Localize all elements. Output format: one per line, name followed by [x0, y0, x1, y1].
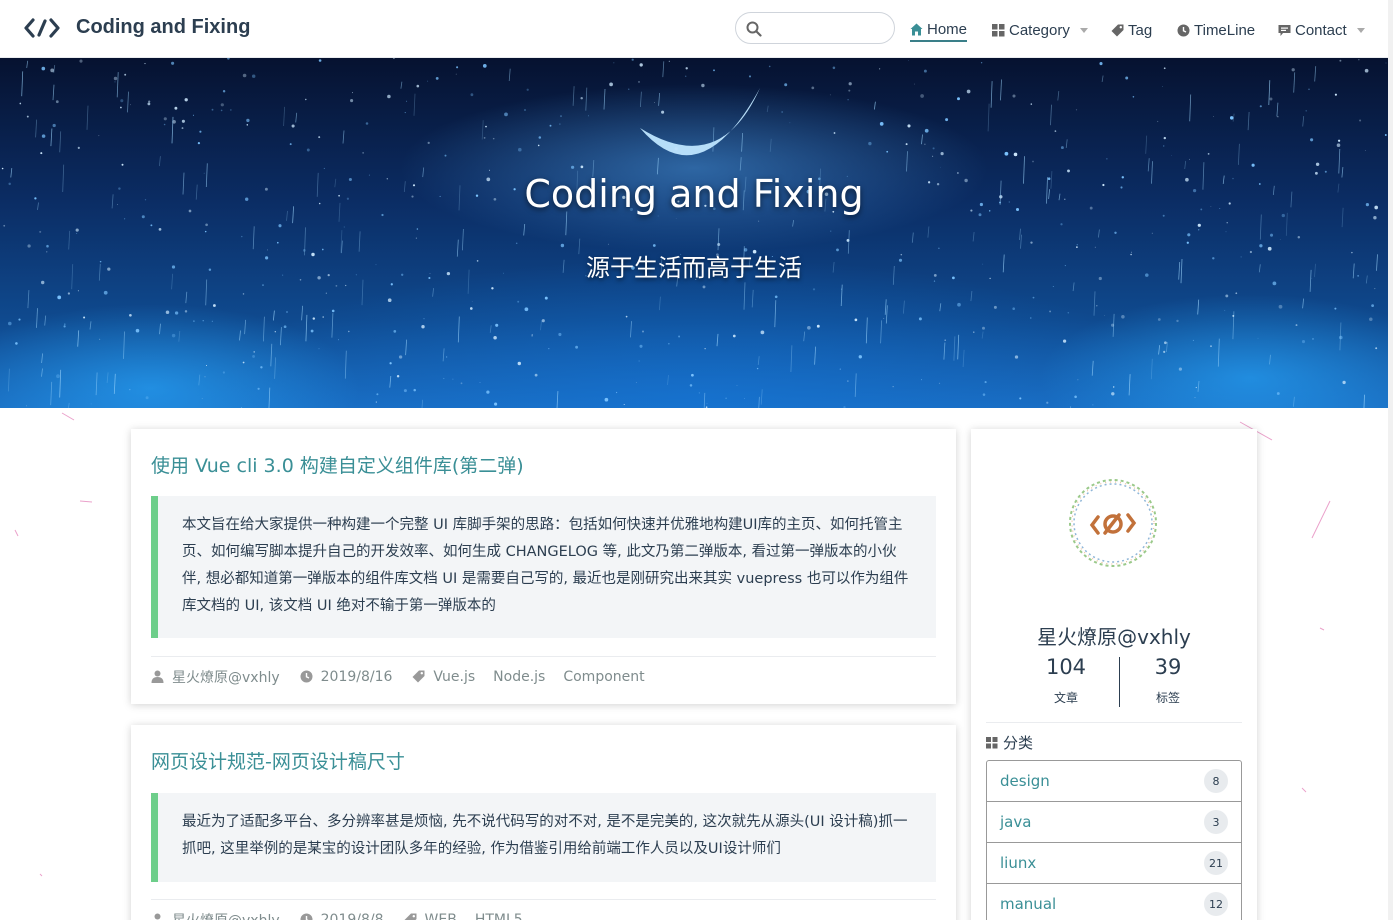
- tags-label: 标签: [1155, 691, 1180, 705]
- avatar: [1069, 479, 1157, 567]
- category-name: java: [1000, 813, 1032, 831]
- chevron-down-icon: [1356, 27, 1365, 33]
- author-sidebar: 星火燎原@vxhly 104 文章 39 标签 分类 design 8 java…: [971, 429, 1257, 920]
- clock-icon: [300, 913, 313, 920]
- site-name[interactable]: Coding and Fixing: [76, 16, 250, 39]
- clock-icon: [1177, 24, 1190, 36]
- nav-category-label: Category: [1009, 21, 1070, 39]
- nav-tag[interactable]: Tag: [1111, 18, 1152, 42]
- category-item[interactable]: design 8: [987, 761, 1241, 802]
- post-author: 星火燎原@vxhly: [151, 667, 280, 687]
- top-navbar: Coding and Fixing Home Category Tag Time…: [0, 0, 1388, 58]
- tag-icon: [1111, 24, 1124, 36]
- tag-icon: [404, 913, 417, 920]
- chat-icon: [1278, 24, 1291, 36]
- nav-home-label: Home: [927, 20, 968, 38]
- chevron-down-icon: [1079, 27, 1088, 33]
- category-name: design: [1000, 772, 1050, 790]
- nav-contact[interactable]: Contact: [1278, 18, 1365, 42]
- hero-subtitle: 源于生活而高于生活: [586, 254, 802, 282]
- post-title-link[interactable]: 网页设计规范-网页设计稿尺寸: [151, 747, 405, 774]
- category-count-badge: 3: [1204, 810, 1228, 834]
- articles-label: 文章: [1053, 691, 1078, 705]
- post-excerpt: 本文旨在给大家提供一种构建一个完整 UI 库脚手架的思路：包括如何快速并优雅地构…: [151, 496, 936, 638]
- code-logo-icon[interactable]: [24, 15, 60, 41]
- post-card: 使用 Vue cli 3.0 构建自定义组件库(第二弹) 本文旨在给大家提供一种…: [131, 429, 956, 704]
- post-tag[interactable]: Vue.js: [433, 669, 475, 685]
- category-count-badge: 12: [1204, 892, 1228, 916]
- post-author-name[interactable]: 星火燎原@vxhly: [172, 667, 280, 687]
- tag-icon: [412, 670, 425, 683]
- search-box[interactable]: [735, 12, 895, 44]
- category-name: manual: [1000, 895, 1057, 913]
- category-count-badge: 21: [1204, 851, 1228, 875]
- category-item[interactable]: manual 12: [987, 884, 1241, 920]
- scrollbar-track[interactable]: [1388, 0, 1393, 920]
- post-date-text: 2019/8/16: [320, 668, 393, 685]
- post-tag[interactable]: WEB: [425, 912, 457, 920]
- categories-title: 分类: [1003, 734, 1034, 752]
- post-tags: WEB HTML5: [404, 912, 533, 920]
- post-tag[interactable]: HTML5: [475, 912, 523, 920]
- nav-tag-label: Tag: [1128, 21, 1153, 39]
- post-tag[interactable]: Component: [563, 669, 644, 685]
- hero-title: Coding and Fixing: [524, 172, 864, 216]
- search-icon: [746, 21, 762, 37]
- clock-icon: [300, 670, 313, 683]
- user-icon: [151, 670, 164, 683]
- hero-banner: Coding and Fixing 源于生活而高于生活: [0, 58, 1388, 408]
- post-excerpt: 最近为了适配多平台、多分辨率甚是烦恼, 先不说代码写的对不对, 是不是完美的, …: [151, 793, 936, 882]
- post-author: 星火燎原@vxhly: [151, 910, 280, 920]
- post-card: 网页设计规范-网页设计稿尺寸 最近为了适配多平台、多分辨率甚是烦恼, 先不说代码…: [131, 725, 956, 920]
- articles-stat[interactable]: 104 文章: [1016, 655, 1116, 706]
- nav-category[interactable]: Category: [992, 18, 1088, 42]
- grid-icon: [992, 23, 1005, 36]
- author-name: 星火燎原@vxhly: [1037, 625, 1191, 649]
- category-name: liunx: [1000, 854, 1037, 872]
- tags-stat[interactable]: 39 标签: [1118, 655, 1218, 706]
- category-item[interactable]: liunx 21: [987, 843, 1241, 884]
- category-list: design 8 java 3 liunx 21 manual 12: [986, 760, 1242, 920]
- post-date: 2019/8/8: [300, 912, 384, 920]
- nav-timeline-label: TimeLine: [1194, 21, 1256, 39]
- nav-home[interactable]: Home: [910, 18, 968, 42]
- search-input[interactable]: [768, 17, 886, 39]
- category-count-badge: 8: [1204, 769, 1228, 793]
- post-tag[interactable]: Node.js: [493, 669, 545, 685]
- post-date: 2019/8/16: [300, 668, 393, 685]
- tags-count: 39: [1154, 655, 1182, 679]
- divider: [986, 722, 1242, 723]
- category-item[interactable]: java 3: [987, 802, 1241, 843]
- nav-timeline[interactable]: TimeLine: [1177, 18, 1255, 42]
- post-author-name[interactable]: 星火燎原@vxhly: [172, 910, 280, 920]
- user-icon: [154, 913, 161, 920]
- post-title-link[interactable]: 使用 Vue cli 3.0 构建自定义组件库(第二弹): [151, 451, 524, 478]
- grid-icon: [986, 736, 998, 748]
- post-date-text: 2019/8/8: [320, 911, 384, 920]
- starfield-background: [1, 58, 1387, 408]
- categories-heading: 分类: [986, 732, 1033, 753]
- post-meta: 星火燎原@vxhly 2019/8/8 WEB HTML5: [151, 899, 936, 920]
- home-icon: [910, 23, 923, 35]
- post-tags: Vue.js Node.js Component: [412, 669, 654, 685]
- nav-contact-label: Contact: [1295, 21, 1347, 39]
- post-meta: 星火燎原@vxhly 2019/8/16 Vue.js Node.js Comp…: [151, 656, 936, 696]
- articles-count: 104: [1045, 655, 1087, 679]
